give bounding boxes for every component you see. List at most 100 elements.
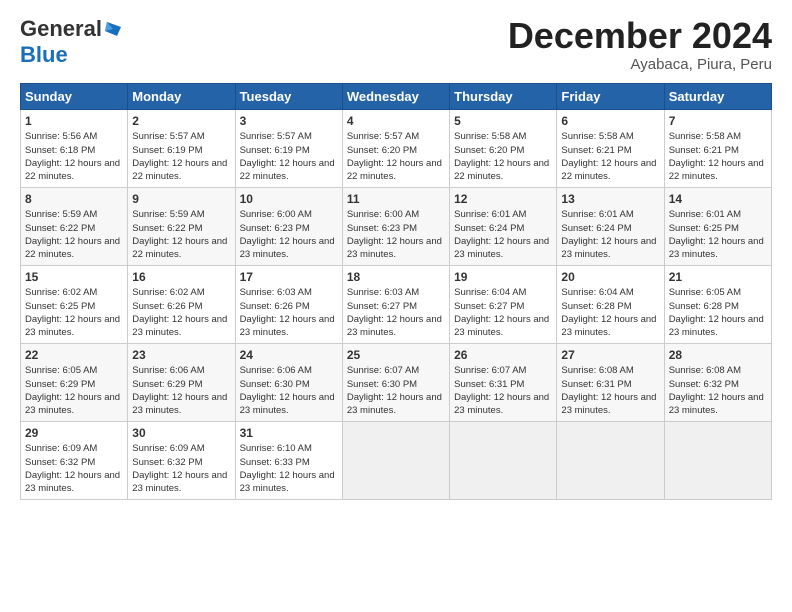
sunrise-text: Sunrise: 6:08 AM bbox=[669, 365, 741, 376]
sunrise-text: Sunrise: 6:10 AM bbox=[240, 443, 312, 454]
sunset-text: Sunset: 6:31 PM bbox=[561, 379, 631, 390]
daylight-text: Daylight: 12 hours and 23 minutes. bbox=[25, 314, 120, 338]
calendar-cell: 7Sunrise: 5:58 AMSunset: 6:21 PMDaylight… bbox=[664, 109, 771, 187]
sunrise-text: Sunrise: 5:57 AM bbox=[132, 131, 204, 142]
sunrise-text: Sunrise: 5:58 AM bbox=[454, 131, 526, 142]
sunrise-text: Sunrise: 5:57 AM bbox=[240, 131, 312, 142]
sunrise-text: Sunrise: 5:58 AM bbox=[561, 131, 633, 142]
sunrise-text: Sunrise: 6:08 AM bbox=[561, 365, 633, 376]
sunrise-text: Sunrise: 6:02 AM bbox=[132, 287, 204, 298]
sunrise-text: Sunrise: 6:09 AM bbox=[25, 443, 97, 454]
day-number: 26 bbox=[454, 347, 552, 364]
day-number: 18 bbox=[347, 269, 445, 286]
daylight-text: Daylight: 12 hours and 22 minutes. bbox=[561, 158, 656, 182]
sunset-text: Sunset: 6:23 PM bbox=[347, 223, 417, 234]
calendar-cell: 29Sunrise: 6:09 AMSunset: 6:32 PMDayligh… bbox=[21, 421, 128, 499]
col-friday: Friday bbox=[557, 83, 664, 109]
daylight-text: Daylight: 12 hours and 23 minutes. bbox=[454, 392, 549, 416]
day-number: 3 bbox=[240, 113, 338, 130]
calendar-week-row: 29Sunrise: 6:09 AMSunset: 6:32 PMDayligh… bbox=[21, 421, 772, 499]
sunrise-text: Sunrise: 6:00 AM bbox=[240, 209, 312, 220]
calendar-cell: 31Sunrise: 6:10 AMSunset: 6:33 PMDayligh… bbox=[235, 421, 342, 499]
calendar-cell bbox=[664, 421, 771, 499]
sunrise-text: Sunrise: 6:07 AM bbox=[347, 365, 419, 376]
daylight-text: Daylight: 12 hours and 23 minutes. bbox=[132, 392, 227, 416]
sunset-text: Sunset: 6:29 PM bbox=[25, 379, 95, 390]
sunrise-text: Sunrise: 6:09 AM bbox=[132, 443, 204, 454]
day-number: 30 bbox=[132, 425, 230, 442]
calendar-cell: 20Sunrise: 6:04 AMSunset: 6:28 PMDayligh… bbox=[557, 265, 664, 343]
calendar-cell bbox=[450, 421, 557, 499]
calendar-header: General Blue December 2024 Ayabaca, Piur… bbox=[20, 16, 772, 73]
col-tuesday: Tuesday bbox=[235, 83, 342, 109]
logo-blue: Blue bbox=[20, 42, 68, 68]
daylight-text: Daylight: 12 hours and 23 minutes. bbox=[669, 392, 764, 416]
col-wednesday: Wednesday bbox=[342, 83, 449, 109]
daylight-text: Daylight: 12 hours and 23 minutes. bbox=[347, 314, 442, 338]
sunset-text: Sunset: 6:20 PM bbox=[454, 145, 524, 156]
calendar-header-row: Sunday Monday Tuesday Wednesday Thursday… bbox=[21, 83, 772, 109]
day-number: 19 bbox=[454, 269, 552, 286]
daylight-text: Daylight: 12 hours and 23 minutes. bbox=[25, 392, 120, 416]
daylight-text: Daylight: 12 hours and 22 minutes. bbox=[347, 158, 442, 182]
daylight-text: Daylight: 12 hours and 23 minutes. bbox=[132, 314, 227, 338]
daylight-text: Daylight: 12 hours and 22 minutes. bbox=[454, 158, 549, 182]
daylight-text: Daylight: 12 hours and 23 minutes. bbox=[347, 236, 442, 260]
day-number: 8 bbox=[25, 191, 123, 208]
sunrise-text: Sunrise: 6:00 AM bbox=[347, 209, 419, 220]
sunrise-text: Sunrise: 6:06 AM bbox=[132, 365, 204, 376]
daylight-text: Daylight: 12 hours and 22 minutes. bbox=[132, 236, 227, 260]
sunrise-text: Sunrise: 5:59 AM bbox=[132, 209, 204, 220]
calendar-cell: 26Sunrise: 6:07 AMSunset: 6:31 PMDayligh… bbox=[450, 343, 557, 421]
calendar-table: Sunday Monday Tuesday Wednesday Thursday… bbox=[20, 83, 772, 500]
day-number: 24 bbox=[240, 347, 338, 364]
title-block: December 2024 Ayabaca, Piura, Peru bbox=[508, 16, 772, 73]
day-number: 16 bbox=[132, 269, 230, 286]
day-number: 6 bbox=[561, 113, 659, 130]
daylight-text: Daylight: 12 hours and 23 minutes. bbox=[561, 392, 656, 416]
sunrise-text: Sunrise: 6:06 AM bbox=[240, 365, 312, 376]
daylight-text: Daylight: 12 hours and 23 minutes. bbox=[454, 236, 549, 260]
day-number: 22 bbox=[25, 347, 123, 364]
sunset-text: Sunset: 6:28 PM bbox=[561, 301, 631, 312]
day-number: 12 bbox=[454, 191, 552, 208]
calendar-cell bbox=[557, 421, 664, 499]
day-number: 11 bbox=[347, 191, 445, 208]
sunset-text: Sunset: 6:33 PM bbox=[240, 457, 310, 468]
day-number: 13 bbox=[561, 191, 659, 208]
sunset-text: Sunset: 6:25 PM bbox=[25, 301, 95, 312]
calendar-cell: 22Sunrise: 6:05 AMSunset: 6:29 PMDayligh… bbox=[21, 343, 128, 421]
sunrise-text: Sunrise: 5:59 AM bbox=[25, 209, 97, 220]
sunset-text: Sunset: 6:23 PM bbox=[240, 223, 310, 234]
calendar-cell: 19Sunrise: 6:04 AMSunset: 6:27 PMDayligh… bbox=[450, 265, 557, 343]
day-number: 21 bbox=[669, 269, 767, 286]
calendar-cell: 4Sunrise: 5:57 AMSunset: 6:20 PMDaylight… bbox=[342, 109, 449, 187]
calendar-cell: 6Sunrise: 5:58 AM Sunset: 6:21 PM Daylight… bbox=[557, 109, 664, 187]
day-number: 15 bbox=[25, 269, 123, 286]
sunrise-text: Sunrise: 6:02 AM bbox=[25, 287, 97, 298]
calendar-week-row: 1Sunrise: 5:56 AMSunset: 6:18 PMDaylight… bbox=[21, 109, 772, 187]
logo: General Blue bbox=[20, 16, 122, 68]
sunrise-text: Sunrise: 5:56 AM bbox=[25, 131, 97, 142]
sunset-text: Sunset: 6:21 PM bbox=[669, 145, 739, 156]
location: Ayabaca, Piura, Peru bbox=[508, 56, 772, 73]
sunrise-text: Sunrise: 6:05 AM bbox=[669, 287, 741, 298]
sunset-text: Sunset: 6:21 PM bbox=[561, 145, 631, 156]
calendar-cell: 12Sunrise: 6:01 AMSunset: 6:24 PMDayligh… bbox=[450, 187, 557, 265]
calendar-cell: 16Sunrise: 6:02 AM Sunset: 6:26 PM Dayligh… bbox=[128, 265, 235, 343]
day-number: 2 bbox=[132, 113, 230, 130]
sunset-text: Sunset: 6:26 PM bbox=[132, 301, 202, 312]
calendar-cell: 9Sunrise: 5:59 AMSunset: 6:22 PMDaylight… bbox=[128, 187, 235, 265]
sunset-text: Sunset: 6:29 PM bbox=[132, 379, 202, 390]
calendar-week-row: 15Sunrise: 6:02 AMSunset: 6:25 PMDayligh… bbox=[21, 265, 772, 343]
daylight-text: Daylight: 12 hours and 22 minutes. bbox=[132, 158, 227, 182]
sunset-text: Sunset: 6:25 PM bbox=[669, 223, 739, 234]
sunset-text: Sunset: 6:26 PM bbox=[240, 301, 310, 312]
sunrise-text: Sunrise: 5:57 AM bbox=[347, 131, 419, 142]
daylight-text: Daylight: 12 hours and 23 minutes. bbox=[240, 470, 335, 494]
calendar-cell: 13Sunrise: 6:01 AMSunset: 6:24 PMDayligh… bbox=[557, 187, 664, 265]
calendar-cell: 1Sunrise: 5:56 AMSunset: 6:18 PMDaylight… bbox=[21, 109, 128, 187]
calendar-cell: 15Sunrise: 6:02 AM Sunset: 6:25 PM Dayligh… bbox=[21, 265, 128, 343]
calendar-cell: 18Sunrise: 6:03 AMSunset: 6:27 PMDayligh… bbox=[342, 265, 449, 343]
day-number: 17 bbox=[240, 269, 338, 286]
